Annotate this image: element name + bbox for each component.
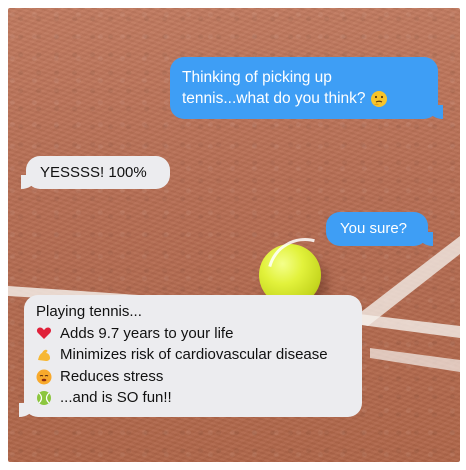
benefit-item: Reduces stress: [36, 366, 350, 388]
thinking-face-icon: [370, 90, 387, 107]
relieved-face-icon: [36, 369, 52, 385]
message-text: You sure?: [340, 220, 408, 237]
benefit-text: Minimizes risk of cardiovascular disease: [60, 346, 328, 364]
red-heart-icon: [36, 327, 52, 340]
benefit-item: ...and is SO fun!!: [36, 387, 350, 409]
benefit-text: ...and is SO fun!!: [60, 389, 172, 407]
benefit-text: Reduces stress: [60, 367, 164, 385]
benefit-text: Adds 9.7 years to your life: [60, 324, 234, 342]
benefit-item: Adds 9.7 years to your life: [36, 323, 350, 345]
flexed-biceps-icon: [38, 349, 50, 361]
message-heading: Playing tennis...: [36, 303, 142, 320]
incoming-message-2: Playing tennis... Adds 9.7 years to your…: [19, 295, 362, 417]
message-line: Thinking of picking up: [182, 69, 332, 86]
message-line: tennis...what do you think?: [182, 90, 366, 107]
incoming-message-1: YESSSS! 100%: [21, 156, 170, 189]
outgoing-message-1: Thinking of picking up tennis...what do …: [170, 57, 443, 119]
benefit-item: Minimizes risk of cardiovascular disease: [36, 344, 350, 366]
tennis-ball-icon: [37, 391, 51, 406]
outgoing-message-2: You sure?: [326, 212, 433, 246]
message-line-with-emoji: tennis...what do you think?: [182, 88, 426, 109]
message-text: YESSSS! 100%: [40, 164, 147, 181]
